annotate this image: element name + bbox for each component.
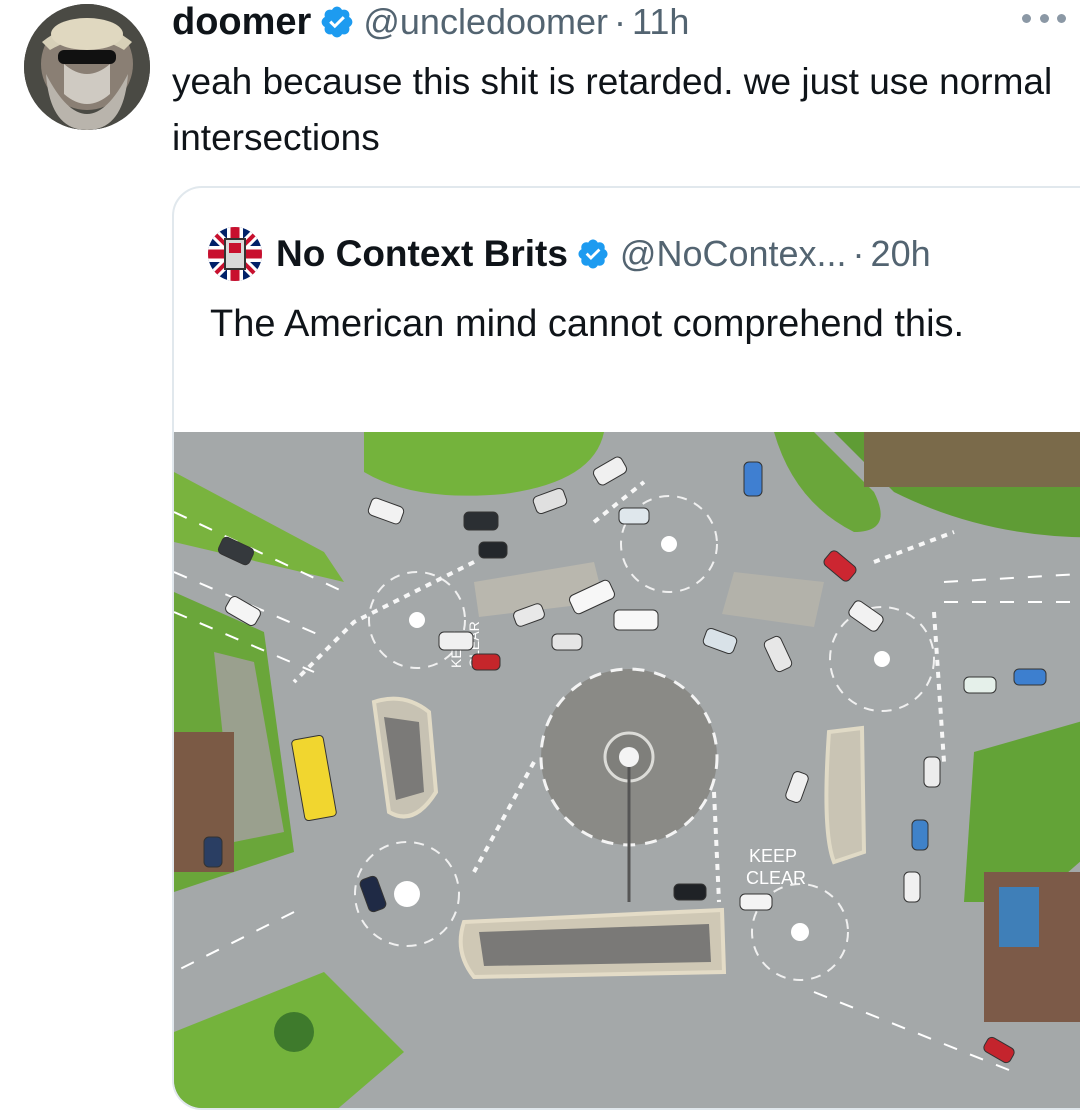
separator-dot: · (852, 233, 865, 274)
tweet-header: doomer @uncledoomer · 11h (172, 0, 689, 44)
quoted-tweet-card[interactable]: No Context Brits @NoContex... · 20h The … (172, 186, 1080, 1110)
road-marking-text: KEEP (749, 846, 797, 866)
mini-roundabout (791, 923, 809, 941)
more-horizontal-icon[interactable] (1022, 8, 1066, 28)
mini-roundabout (394, 881, 420, 907)
union-flag-avatar-icon[interactable] (208, 227, 262, 281)
mini-roundabout (661, 536, 677, 552)
quoted-author-name[interactable]: No Context Brits (276, 233, 568, 275)
mini-roundabout (409, 612, 425, 628)
verified-badge-icon (319, 4, 355, 40)
tweet-timestamp[interactable]: 11h (632, 1, 689, 43)
mini-roundabout (874, 651, 890, 667)
author-avatar[interactable] (24, 4, 150, 130)
tweet-text: yeah because this shit is retarded. we j… (172, 61, 1053, 158)
quoted-author-handle[interactable]: @NoContex... (620, 233, 847, 275)
building-roof (864, 432, 1080, 487)
verified-badge-icon (576, 237, 610, 271)
house-window (999, 887, 1039, 947)
quoted-tweet-photo[interactable]: KEEP CLEAR KEEP CLEAR (174, 432, 1080, 1108)
author-handle[interactable]: @uncledoomer (363, 1, 608, 43)
quoted-tweet-text: The American mind cannot comprehend this… (210, 303, 965, 345)
tree (274, 1012, 314, 1052)
user-avatar-icon (24, 4, 150, 130)
separator-dot: · (614, 1, 627, 42)
road-marking-text: CLEAR (746, 868, 806, 888)
traffic-island (824, 725, 867, 865)
roundabout-aerial-photo: KEEP CLEAR KEEP CLEAR (174, 432, 1080, 1108)
quoted-tweet-header: No Context Brits @NoContex... · 20h (208, 227, 931, 281)
quoted-tweet-timestamp[interactable]: 20h (871, 233, 931, 275)
author-name[interactable]: doomer (172, 0, 311, 44)
